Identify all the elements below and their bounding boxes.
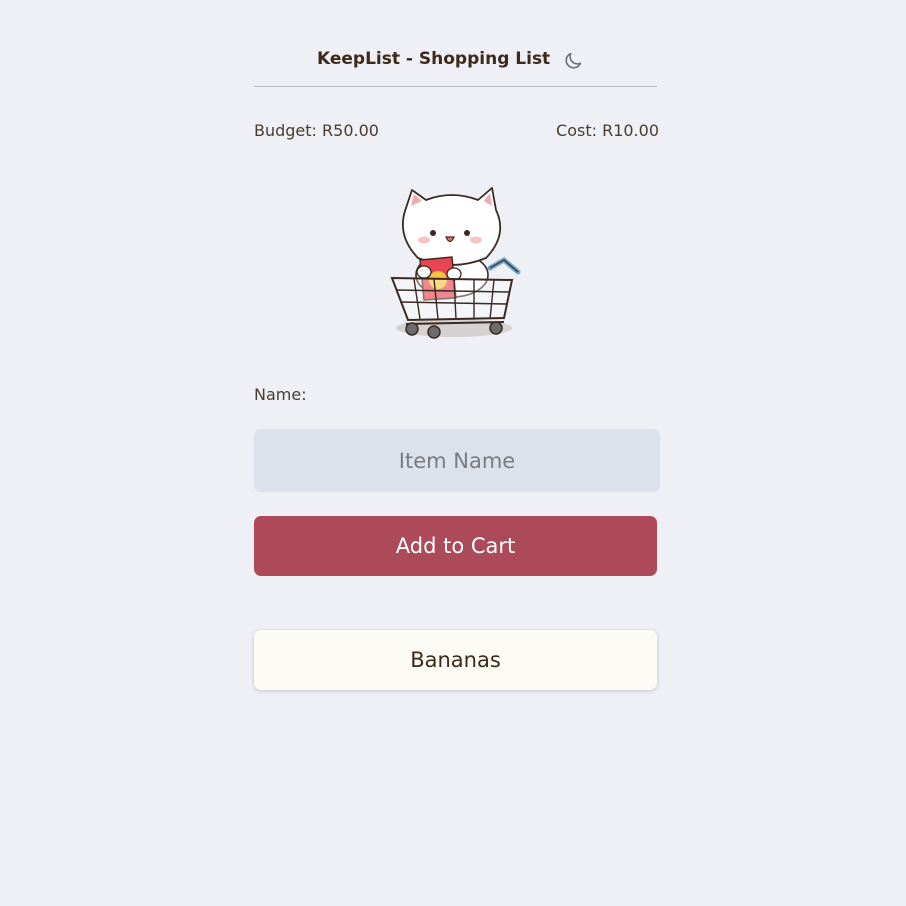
name-label: Name: [254,385,307,404]
item-name-input[interactable] [254,429,660,492]
cat-in-cart-illustration [390,187,521,339]
list-item-label: Bananas [410,648,501,672]
add-to-cart-button[interactable]: Add to Cart [254,516,657,576]
budget-text: Budget: R50.00 [254,121,379,140]
list-item[interactable]: Bananas [254,630,657,690]
cost-text: Cost: R10.00 [556,121,659,140]
header: KeepList - Shopping List [254,40,657,87]
page-title: KeepList - Shopping List [317,49,551,69]
moon-icon[interactable] [562,50,584,72]
